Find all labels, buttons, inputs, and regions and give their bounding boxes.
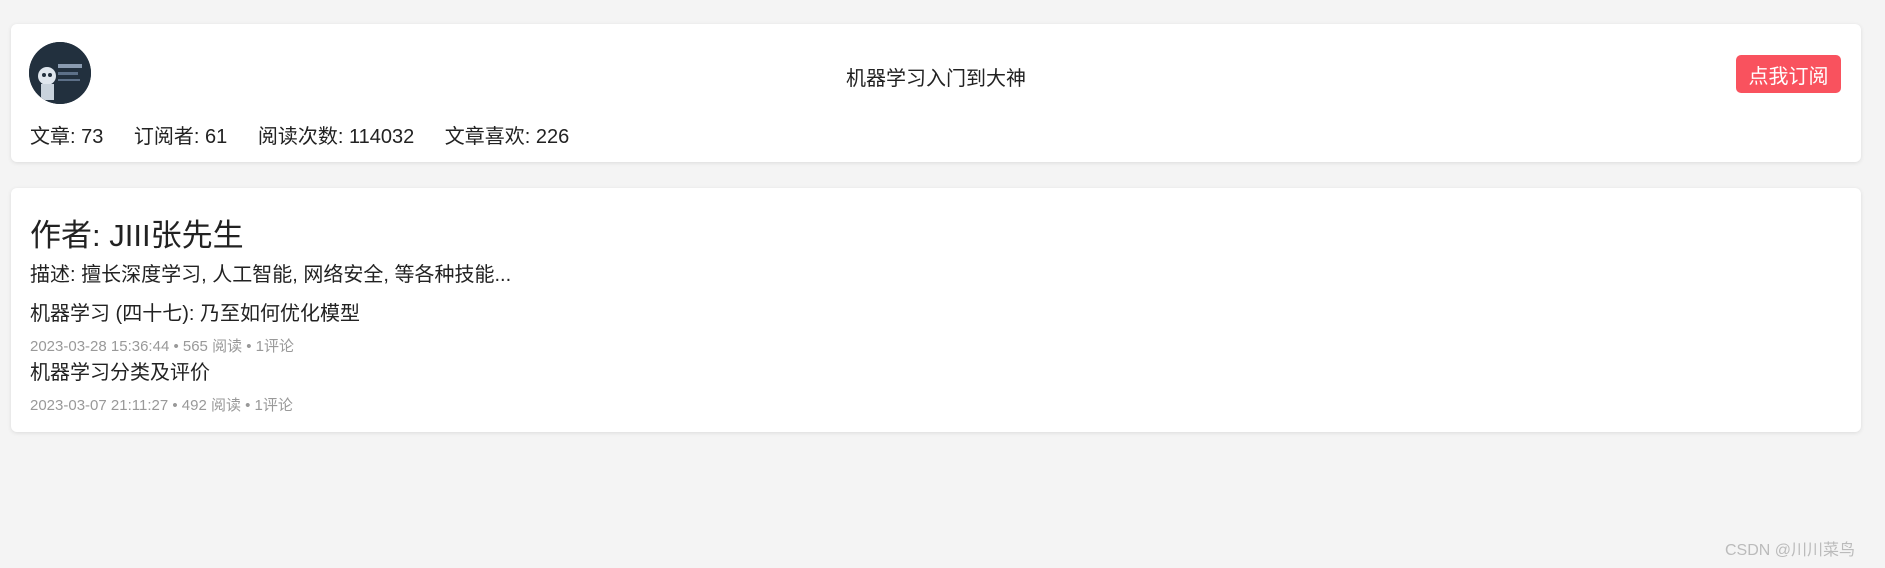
column-title: 机器学习入门到大神 <box>846 68 1026 90</box>
column-info-card: 机器学习入门到大神 点我订阅 文章: 73 订阅者: 61 阅读次数: 1140… <box>11 24 1861 162</box>
article-title-link[interactable]: 机器学习 (四十七): 乃至如何优化模型 <box>30 297 360 326</box>
list-item: 机器学习分类及评价 2023-03-07 21:11:27 • 492 阅读 •… <box>30 356 293 415</box>
list-item: 机器学习 (四十七): 乃至如何优化模型 2023-03-28 15:36:44… <box>30 297 360 356</box>
article-meta: 2023-03-07 21:11:27 • 492 阅读 • 1评论 <box>30 397 293 414</box>
stat-articles: 文章: 73 <box>30 126 104 148</box>
subscribe-button[interactable]: 点我订阅 <box>1736 55 1841 93</box>
stat-reads: 阅读次数: 114032 <box>257 126 415 148</box>
stat-subscribers: 订阅者: 61 <box>133 126 228 148</box>
author-card: 作者: JIII张先生 描述: 擅长深度学习, 人工智能, 网络安全, 等各种技… <box>11 188 1861 432</box>
stat-likes: 文章喜欢: 226 <box>444 126 570 148</box>
author-name: 作者: JIII张先生 <box>30 218 244 253</box>
column-stats: 文章: 73 订阅者: 61 阅读次数: 114032 文章喜欢: 226 <box>30 120 594 149</box>
article-title-link[interactable]: 机器学习分类及评价 <box>30 356 293 385</box>
article-meta: 2023-03-28 15:36:44 • 565 阅读 • 1评论 <box>30 338 294 355</box>
csdn-watermark: CSDN @川川菜鸟 <box>1724 542 1855 559</box>
author-description: 描述: 擅长深度学习, 人工智能, 网络安全, 等各种技能... <box>30 264 512 286</box>
